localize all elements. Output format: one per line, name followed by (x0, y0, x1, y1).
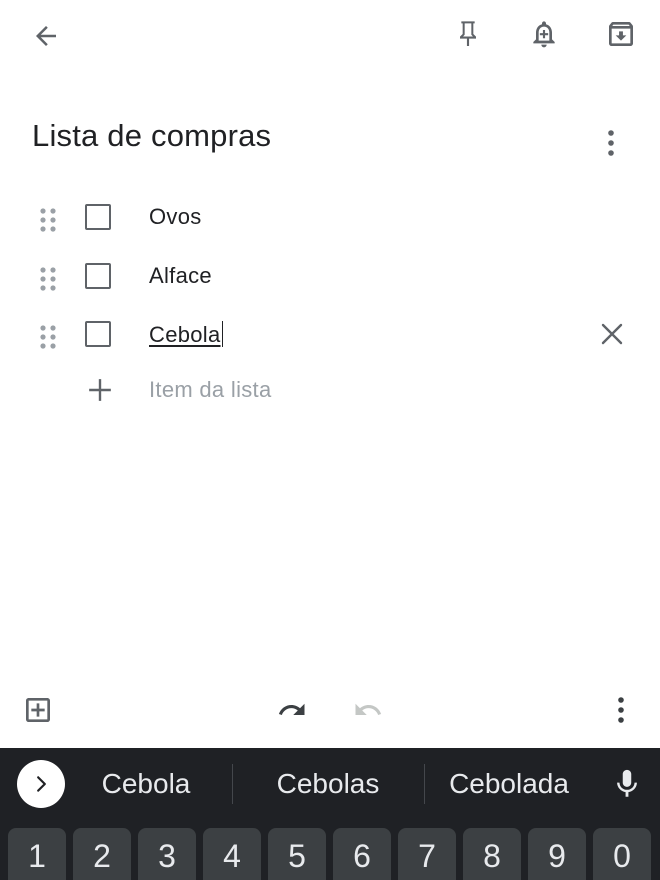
key-0[interactable]: 0 (593, 828, 651, 880)
item-checkbox[interactable] (85, 321, 111, 347)
key-3[interactable]: 3 (138, 828, 196, 880)
suggestion-1[interactable]: Cebola (82, 768, 210, 800)
item-text[interactable]: Ovos (149, 204, 202, 230)
note-editor-screen: Lista de compras Ovos Alface Cebola Item… (0, 0, 660, 880)
text-cursor (221, 321, 224, 347)
undo-button[interactable] (272, 690, 312, 730)
add-item-button[interactable] (84, 374, 116, 406)
number-key-row: 1 2 3 4 5 6 7 8 9 0 (0, 828, 660, 880)
add-item-placeholder[interactable]: Item da lista (149, 377, 272, 403)
list-item[interactable]: Ovos (0, 191, 660, 247)
item-text: Cebola (149, 322, 221, 347)
item-text-input[interactable]: Cebola (149, 321, 224, 348)
item-checkbox[interactable] (85, 263, 111, 289)
redo-icon (355, 703, 382, 715)
undo-icon (278, 703, 305, 715)
key-1[interactable]: 1 (8, 828, 66, 880)
key-6[interactable]: 6 (333, 828, 391, 880)
note-more-button[interactable] (592, 122, 630, 164)
archive-icon (609, 22, 633, 46)
reminder-button[interactable] (522, 12, 566, 56)
add-box-icon (26, 698, 50, 722)
bottom-more-button[interactable] (602, 690, 640, 730)
back-arrow-icon (36, 26, 56, 46)
add-box-button[interactable] (18, 690, 58, 730)
plus-icon (89, 379, 111, 401)
reminder-bell-icon (533, 21, 555, 48)
list-item-editing[interactable]: Cebola (0, 308, 660, 364)
drag-handle-icon[interactable] (38, 324, 58, 350)
pin-button[interactable] (446, 12, 490, 56)
suggestion-bar: Cebola Cebolas Cebolada (0, 748, 660, 820)
suggestion-3[interactable]: Cebolada (438, 768, 580, 800)
more-vert-icon (608, 130, 614, 156)
item-text[interactable]: Alface (149, 263, 212, 289)
keyboard-expand-button[interactable] (17, 760, 65, 808)
drag-handle-icon[interactable] (38, 266, 58, 292)
item-checkbox[interactable] (85, 204, 111, 230)
chevron-right-icon (37, 776, 46, 792)
back-button[interactable] (24, 14, 68, 58)
more-vert-icon (618, 697, 624, 723)
key-7[interactable]: 7 (398, 828, 456, 880)
delete-item-button[interactable] (592, 314, 632, 354)
suggestion-divider (424, 764, 425, 804)
redo-button[interactable] (348, 690, 388, 730)
microphone-icon[interactable] (610, 766, 644, 802)
archive-button[interactable] (599, 12, 643, 56)
suggestion-2[interactable]: Cebolas (252, 768, 404, 800)
drag-handle-icon[interactable] (38, 207, 58, 233)
pin-icon (460, 21, 476, 46)
key-4[interactable]: 4 (203, 828, 261, 880)
note-title[interactable]: Lista de compras (32, 118, 271, 154)
key-9[interactable]: 9 (528, 828, 586, 880)
close-icon (601, 323, 623, 345)
key-8[interactable]: 8 (463, 828, 521, 880)
key-2[interactable]: 2 (73, 828, 131, 880)
key-5[interactable]: 5 (268, 828, 326, 880)
soft-keyboard: Cebola Cebolas Cebolada 1 2 3 4 5 6 7 8 … (0, 748, 660, 880)
list-item[interactable]: Alface (0, 250, 660, 306)
suggestion-divider (232, 764, 233, 804)
